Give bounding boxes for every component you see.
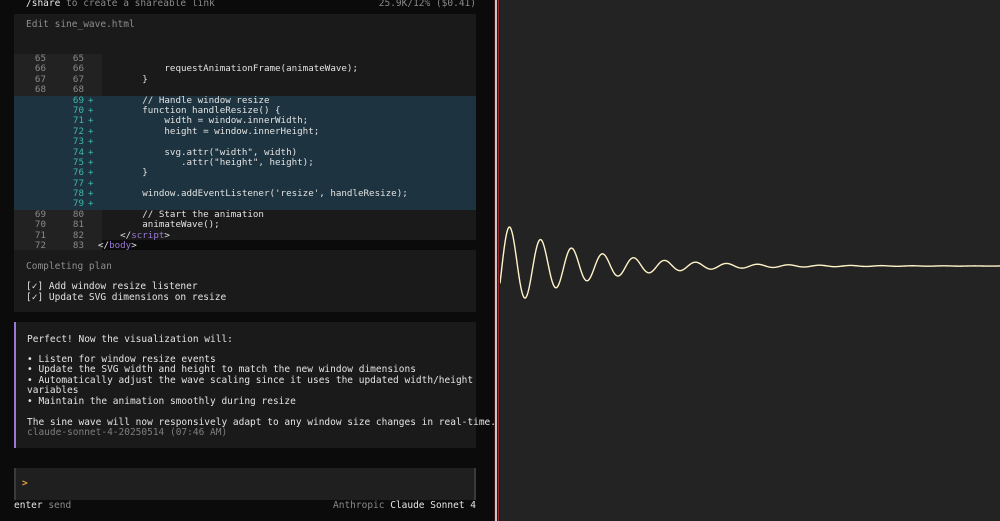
code-fragment: width = window.innerWidth; [98,115,309,127]
diff-marker: + [88,198,94,210]
message-line: • Maintain the animation smoothly during… [27,396,296,407]
old-line-number: 68 [34,84,46,96]
assistant-message: Perfect! Now the visualization will: • L… [14,322,494,448]
code-fragment: requestAnimationFrame(animateWave); [98,63,358,75]
message-line: variables [27,385,79,396]
code-fragment: animateWave(); [98,219,220,231]
edit-panel-title: Edit sine_wave.html [26,19,135,30]
code-text: } [98,73,148,85]
plan-panel: Completing plan [✓] Add window resize li… [14,250,476,312]
code-fragment: // Handle window resize [98,94,270,106]
message-line: Perfect! Now the visualization will: [27,334,233,345]
share-hint: /share to create a shareable link [26,0,215,10]
share-command: /share [26,0,61,9]
message-line: • Update the SVG width and height to mat… [27,364,416,375]
sine-wave-canvas [500,226,1000,299]
plan-title: Completing plan [26,261,112,272]
code-fragment: .attr("height", height); [98,156,314,168]
sine-wave-line [500,226,1000,299]
share-hint-text: to create a shareable link [60,0,215,9]
html-tag-name: script [131,229,165,241]
code-text: window.addEventListener('resize', handle… [98,188,408,200]
code-fragment: function handleResize() { [98,104,281,116]
code-fragment: } [98,73,148,85]
code-fragment: svg.attr("width", width) [98,146,298,158]
prompt-input[interactable]: > [14,468,476,500]
diff-marker: + [88,136,94,148]
message-meta: claude-sonnet-4-20250514 (07:46 AM) [27,427,228,438]
model-name: Claude Sonnet 4 [390,500,476,511]
code-fragment: height = window.innerHeight; [98,125,320,137]
code-fragment: } [98,167,148,179]
divider-stripe [498,0,499,521]
code-diff: 65 65 66 66 requestAnimationFrame(animateWa… [14,53,476,252]
terminal-pane: /share to create a shareable link 25.9K/… [0,0,494,521]
top-bar: /share to create a shareable link 25.9K/… [26,0,476,10]
code-fragment: </ [98,229,132,241]
plan-item: [✓] Update SVG dimensions on resize [26,292,227,303]
edit-panel: Edit sine_wave.html 65 65 66 66 requestAnim… [14,14,476,252]
divider-stripe [495,0,497,521]
provider-name: Anthropic [333,500,391,511]
send-hint: enter send [14,500,71,512]
enter-key: enter [14,500,43,511]
new-line-number: 73 [72,136,84,148]
code-text: } [98,168,148,178]
visualization-pane [500,0,1000,521]
plan-item: [✓] Add window resize listener [26,281,198,292]
prompt-caret: > [22,478,28,489]
send-label: send [42,500,72,511]
code-fragment: window.addEventListener('resize', handle… [98,188,408,200]
code-text: height = window.innerHeight; [98,125,320,137]
model-indicator: Anthropic Claude Sonnet 4 [333,500,476,512]
code-fragment: > [164,229,170,241]
bottom-bar: enter send Anthropic Claude Sonnet 4 [14,500,476,512]
usage-indicator: 25.9K/12% ($0.41) [378,0,476,9]
message-line: • Automatically adjust the wave scaling … [27,375,474,386]
code-fragment: // Start the animation [98,208,264,220]
